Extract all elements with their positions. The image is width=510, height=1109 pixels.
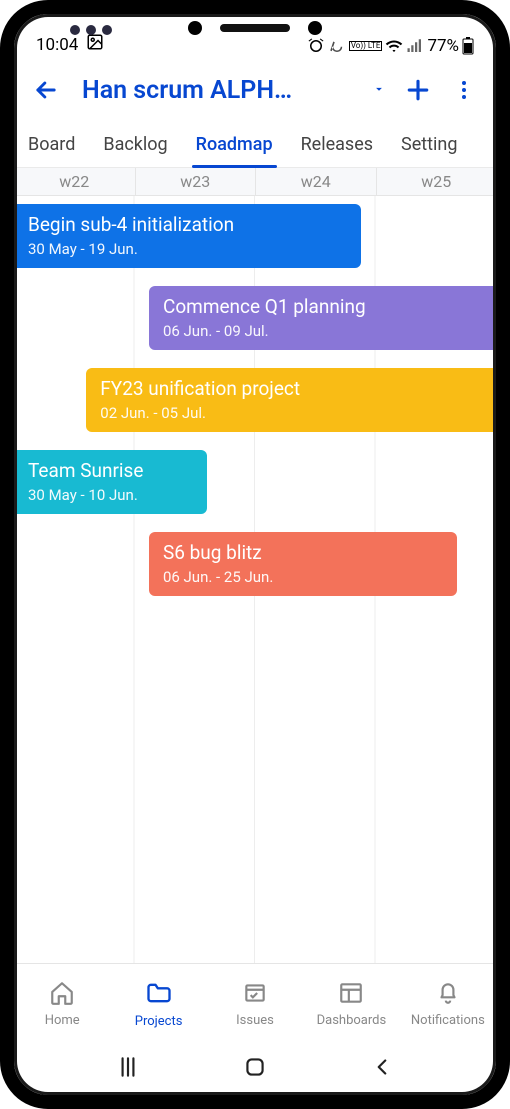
tab-board[interactable]: Board: [14, 126, 89, 167]
nav-projects[interactable]: Projects: [110, 979, 206, 1029]
gantt-bar-title: Begin sub-4 initialization: [28, 214, 347, 237]
gantt-bar-dates: 06 Jun. - 25 Jun.: [163, 568, 444, 586]
nav-home[interactable]: Home: [14, 980, 110, 1028]
gantt-bar[interactable]: Team Sunrise 30 May - 10 Jun.: [14, 450, 207, 514]
volte-badge: Vo)) LTE: [349, 41, 383, 51]
nav-notifications[interactable]: Notifications: [400, 980, 496, 1028]
week-header: w23: [135, 168, 256, 195]
tab-setting[interactable]: Setting: [387, 126, 471, 167]
system-home-button[interactable]: [242, 1054, 268, 1084]
phone-notch: [155, 14, 355, 42]
signal-icon: [406, 37, 424, 55]
phone-sensors: [70, 25, 112, 35]
gantt-bar[interactable]: S6 bug blitz 06 Jun. - 25 Jun.: [149, 532, 458, 596]
status-clock: 10:04: [36, 35, 78, 55]
nav-label: Issues: [236, 1013, 274, 1028]
picture-indicator-icon: [86, 33, 104, 56]
gantt-bar-title: Commence Q1 planning: [163, 296, 482, 319]
gantt-row: Team Sunrise 30 May - 10 Jun.: [14, 442, 496, 524]
gantt-bar-dates: 30 May - 19 Jun.: [28, 240, 347, 258]
battery-icon: [462, 37, 474, 55]
week-header: w25: [376, 168, 497, 195]
wifi-icon: [385, 37, 403, 55]
nav-issues[interactable]: Issues: [207, 980, 303, 1028]
gantt-row: S6 bug blitz 06 Jun. - 25 Jun.: [14, 524, 496, 606]
gantt-bar[interactable]: Begin sub-4 initialization 30 May - 19 Ju…: [14, 204, 361, 268]
tab-backlog[interactable]: Backlog: [89, 126, 181, 167]
week-header: w22: [14, 168, 135, 195]
dashboards-icon: [338, 980, 364, 1010]
back-button[interactable]: [26, 70, 66, 110]
gantt-bar-title: FY23 unification project: [100, 378, 482, 401]
nav-label: Projects: [135, 1014, 183, 1029]
system-recents-button[interactable]: [115, 1054, 141, 1084]
gantt-bar-title: Team Sunrise: [28, 460, 193, 483]
title-dropdown-icon[interactable]: [366, 81, 392, 100]
bottom-nav: Home Projects Issues Dashboards Notification…: [14, 963, 496, 1043]
gantt-bar-dates: 30 May - 10 Jun.: [28, 486, 193, 504]
notifications-icon: [435, 980, 461, 1010]
issues-icon: [242, 980, 268, 1010]
week-header: w24: [255, 168, 376, 195]
nav-dashboards[interactable]: Dashboards: [303, 980, 399, 1028]
add-button[interactable]: [398, 70, 438, 110]
app-bar: Han scrum ALPH…: [14, 60, 496, 118]
tab-releases[interactable]: Releases: [287, 126, 387, 167]
battery-pct: 77%: [427, 36, 459, 56]
gantt-bar-dates: 02 Jun. - 05 Jul.: [100, 404, 482, 422]
nav-label: Notifications: [411, 1013, 485, 1028]
nav-label: Home: [45, 1013, 80, 1028]
tab-roadmap[interactable]: Roadmap: [182, 126, 287, 167]
gantt-row: FY23 unification project 02 Jun. - 05 Jul…: [14, 360, 496, 442]
home-icon: [49, 980, 75, 1010]
gantt-row: Begin sub-4 initialization 30 May - 19 Ju…: [14, 196, 496, 278]
timeline-weeks-header: w22w23w24w25: [14, 168, 496, 196]
system-back-button[interactable]: [369, 1054, 395, 1084]
gantt-bar-dates: 06 Jun. - 09 Jul.: [163, 322, 482, 340]
nav-label: Dashboards: [317, 1013, 387, 1028]
system-nav-bar: [14, 1043, 496, 1095]
more-menu-button[interactable]: [444, 70, 484, 110]
gantt-bar[interactable]: FY23 unification project 02 Jun. - 05 Jul…: [86, 368, 496, 432]
page-title[interactable]: Han scrum ALPH…: [72, 76, 360, 105]
gantt-bar[interactable]: Commence Q1 planning 06 Jun. - 09 Jul.: [149, 286, 496, 350]
gantt-row: Commence Q1 planning 06 Jun. - 09 Jul.: [14, 278, 496, 360]
gantt-bar-title: S6 bug blitz: [163, 542, 444, 565]
view-tabs: BoardBacklogRoadmapReleasesSetting: [14, 118, 496, 168]
gantt-chart[interactable]: Begin sub-4 initialization 30 May - 19 Ju…: [14, 196, 496, 963]
projects-icon: [145, 979, 173, 1011]
